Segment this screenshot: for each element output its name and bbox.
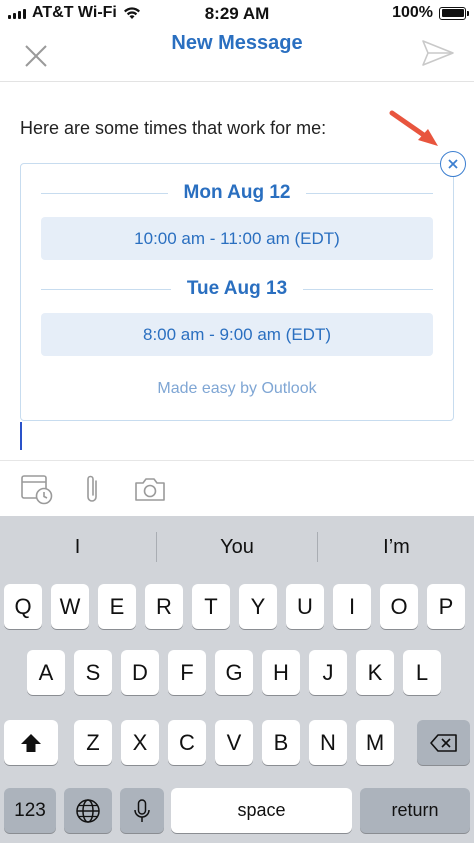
time-slot[interactable]: 10:00 am - 11:00 am (EDT) <box>41 217 433 260</box>
divider <box>306 192 433 194</box>
key-i[interactable]: I <box>333 584 371 629</box>
day-label: Tue Aug 13 <box>186 278 288 299</box>
divider <box>156 532 157 562</box>
key-r[interactable]: R <box>145 584 183 629</box>
key-l[interactable]: L <box>403 650 441 695</box>
suggestion-1[interactable]: I <box>0 516 155 578</box>
key-m[interactable]: M <box>356 720 394 765</box>
message-body-text[interactable]: Here are some times that work for me: <box>20 118 326 139</box>
globe-key[interactable] <box>64 788 112 833</box>
key-t[interactable]: T <box>192 584 230 629</box>
battery-group: 100% <box>392 4 469 22</box>
key-g[interactable]: G <box>215 650 253 695</box>
camera-icon[interactable] <box>133 473 167 505</box>
key-p[interactable]: P <box>427 584 465 629</box>
status-bar: AT&T Wi-Fi 8:29 AM 100% <box>0 0 474 28</box>
key-y[interactable]: Y <box>239 584 277 629</box>
key-s[interactable]: S <box>74 650 112 695</box>
dictation-key[interactable] <box>120 788 164 833</box>
time-slot[interactable]: 8:00 am - 9:00 am (EDT) <box>41 313 433 356</box>
suggestion-bar: I You I’m <box>0 516 474 578</box>
paperclip-icon[interactable] <box>76 473 110 505</box>
text-cursor <box>20 422 22 450</box>
divider <box>41 192 168 194</box>
divider <box>317 532 318 562</box>
key-f[interactable]: F <box>168 650 206 695</box>
nav-bar: New Message <box>0 28 474 82</box>
divider <box>303 288 434 290</box>
delete-key[interactable] <box>417 720 470 765</box>
battery-percent: 100% <box>392 4 433 21</box>
annotation-arrow-icon <box>389 110 438 146</box>
send-icon[interactable] <box>420 38 456 68</box>
key-n[interactable]: N <box>309 720 347 765</box>
close-icon <box>448 159 458 169</box>
day-header: Tue Aug 13 <box>41 277 434 301</box>
shift-arrow-icon <box>21 733 41 752</box>
key-k[interactable]: K <box>356 650 394 695</box>
key-q[interactable]: Q <box>4 584 42 629</box>
space-key[interactable]: space <box>171 788 352 833</box>
key-o[interactable]: O <box>380 584 418 629</box>
suggestion-3[interactable]: I’m <box>319 516 474 578</box>
key-x[interactable]: X <box>121 720 159 765</box>
return-key[interactable]: return <box>360 788 470 833</box>
page-title: New Message <box>171 32 303 54</box>
keyboard: I You I’m Q W E R T Y U I O P A S D F G … <box>0 516 474 843</box>
globe-icon <box>76 798 100 823</box>
calendar-clock-icon[interactable] <box>20 473 54 505</box>
key-w[interactable]: W <box>51 584 89 629</box>
key-e[interactable]: E <box>98 584 136 629</box>
shift-key[interactable] <box>4 720 58 765</box>
day-label: Mon Aug 12 <box>183 182 291 203</box>
compose-toolbar <box>0 460 474 516</box>
key-v[interactable]: V <box>215 720 253 765</box>
key-u[interactable]: U <box>286 584 324 629</box>
microphone-icon <box>134 798 150 822</box>
key-a[interactable]: A <box>27 650 65 695</box>
key-b[interactable]: B <box>262 720 300 765</box>
availability-card[interactable]: Mon Aug 12 10:00 am - 11:00 am (EDT) Tue… <box>20 163 454 421</box>
backspace-icon <box>429 733 457 752</box>
key-z[interactable]: Z <box>74 720 112 765</box>
divider <box>41 288 171 290</box>
key-c[interactable]: C <box>168 720 206 765</box>
key-j[interactable]: J <box>309 650 347 695</box>
made-easy-footer: Made easy by Outlook <box>157 380 317 397</box>
day-header: Mon Aug 12 <box>41 181 433 205</box>
battery-icon <box>439 6 469 20</box>
remove-card-button[interactable] <box>440 151 466 177</box>
key-d[interactable]: D <box>121 650 159 695</box>
suggestion-2[interactable]: You <box>158 516 316 578</box>
numbers-key[interactable]: 123 <box>4 788 56 833</box>
key-h[interactable]: H <box>262 650 300 695</box>
